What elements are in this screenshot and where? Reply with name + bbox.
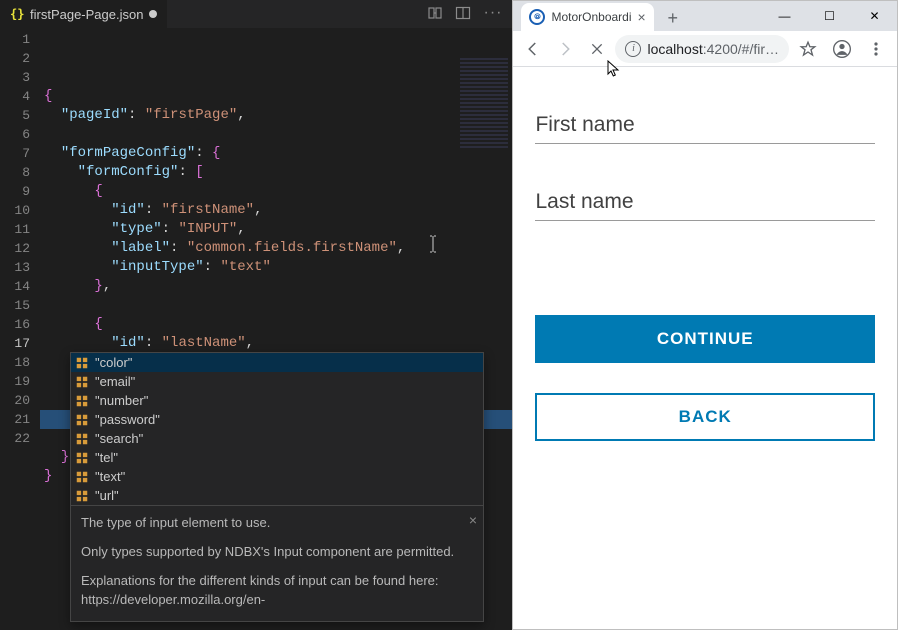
autocomplete-item[interactable]: "color": [71, 353, 483, 372]
chrome-browser: ⦾ MotorOnboardi × + — ☐ ✕ i localhost:42…: [512, 0, 898, 630]
continue-button[interactable]: CONTINUE: [535, 315, 875, 363]
doc-line: The type of input element to use.: [81, 514, 473, 533]
page-content: First name Last name CONTINUE BACK: [513, 67, 897, 629]
autocomplete-item[interactable]: "password": [71, 410, 483, 429]
autocomplete-doc: × The type of input element to use. Only…: [71, 505, 483, 621]
autocomplete-item[interactable]: "number": [71, 391, 483, 410]
first-name-label: First name: [535, 113, 875, 144]
editor-tab-bar: {} firstPage-Page.json ···: [0, 0, 512, 28]
editor-filename: firstPage-Page.json: [30, 7, 143, 22]
browser-titlebar: ⦾ MotorOnboardi × + — ☐ ✕: [513, 1, 897, 31]
autocomplete-item[interactable]: "search": [71, 429, 483, 448]
vscode-editor: {} firstPage-Page.json ··· 1234567891011…: [0, 0, 512, 630]
autocomplete-item[interactable]: "email": [71, 372, 483, 391]
chrome-menu-icon[interactable]: [861, 34, 891, 64]
address-bar: i localhost:4200/#/fir…: [513, 31, 897, 67]
nav-forward-icon: [551, 35, 579, 63]
editor-file-tab[interactable]: {} firstPage-Page.json: [0, 0, 167, 28]
minimap[interactable]: [460, 58, 508, 148]
first-name-field[interactable]: First name: [535, 113, 875, 144]
site-favicon-icon: ⦾: [529, 9, 545, 25]
url-input[interactable]: i localhost:4200/#/fir…: [615, 35, 789, 63]
autocomplete-item[interactable]: "text": [71, 467, 483, 486]
window-maximize-button[interactable]: ☐: [807, 1, 852, 31]
autocomplete-item[interactable]: "tel": [71, 448, 483, 467]
doc-line: Explanations for the different kinds of …: [81, 572, 473, 610]
doc-line: Only types supported by NDBX's Input com…: [81, 543, 473, 562]
more-actions-icon[interactable]: ···: [483, 5, 502, 24]
line-number-gutter: 12345678910111213141516171819202122: [0, 28, 44, 630]
window-controls: — ☐ ✕: [762, 1, 897, 31]
browser-tab-title: MotorOnboardi: [551, 10, 631, 24]
dirty-indicator-icon: [149, 10, 157, 18]
window-close-button[interactable]: ✕: [852, 1, 897, 31]
json-file-icon: {}: [10, 7, 24, 21]
compare-changes-icon[interactable]: [427, 5, 443, 24]
nav-stop-reload-icon[interactable]: [583, 35, 611, 63]
window-minimize-button[interactable]: —: [762, 1, 807, 31]
doc-close-icon[interactable]: ×: [469, 510, 477, 530]
editor-tab-actions: ···: [427, 5, 512, 24]
browser-tab[interactable]: ⦾ MotorOnboardi ×: [521, 3, 653, 31]
split-editor-icon[interactable]: [455, 5, 471, 24]
last-name-label: Last name: [535, 190, 875, 221]
url-text: localhost:4200/#/fir…: [647, 41, 779, 57]
site-info-icon[interactable]: i: [625, 41, 641, 57]
profile-avatar-icon[interactable]: [827, 34, 857, 64]
text-cursor-icon: [362, 216, 363, 232]
new-tab-button[interactable]: +: [660, 5, 686, 31]
bookmark-star-icon[interactable]: [793, 34, 823, 64]
back-button[interactable]: BACK: [535, 393, 875, 441]
nav-back-icon[interactable]: [519, 35, 547, 63]
autocomplete-item[interactable]: "url": [71, 486, 483, 505]
last-name-field[interactable]: Last name: [535, 190, 875, 221]
tab-close-icon[interactable]: ×: [638, 9, 646, 25]
autocomplete-popup: "color""email""number""password""search"…: [70, 352, 484, 622]
